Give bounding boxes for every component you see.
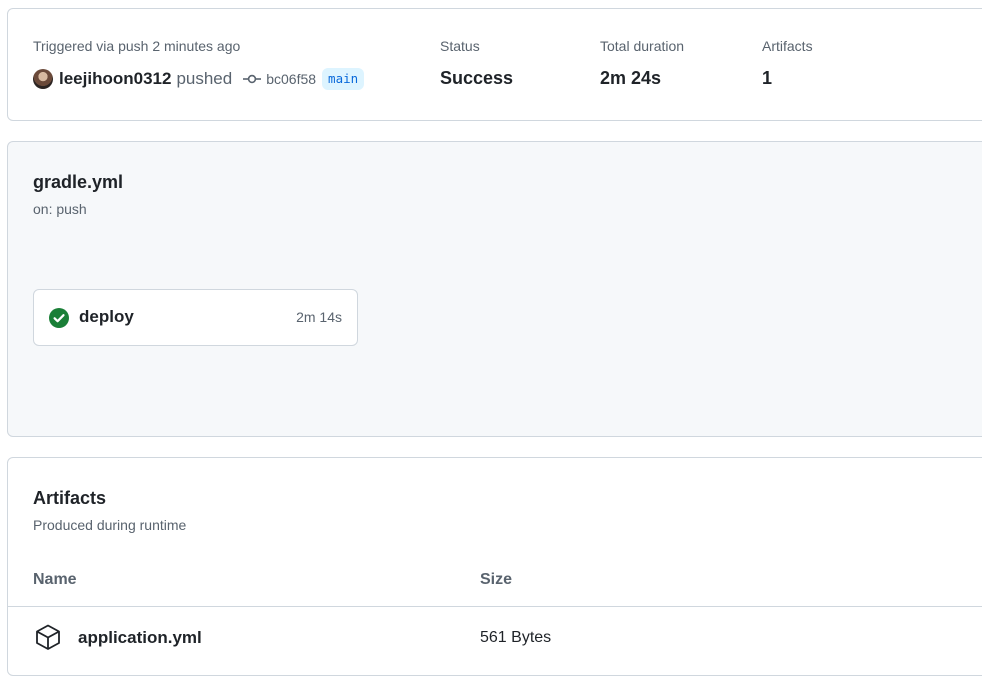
- status-label: Status: [440, 38, 480, 54]
- total-duration-label: Total duration: [600, 38, 685, 54]
- job-deploy[interactable]: deploy 2m 14s: [33, 289, 358, 346]
- job-name: deploy: [79, 307, 134, 326]
- artifacts-count-label: Artifacts: [762, 38, 813, 54]
- action-text: pushed: [176, 69, 233, 88]
- branch-badge[interactable]: main: [322, 68, 365, 90]
- status-value: Success: [440, 68, 514, 88]
- git-commit-icon: [243, 73, 262, 85]
- trigger-text: Triggered via push 2 minutes ago: [33, 38, 241, 54]
- artifacts-subtitle: Produced during runtime: [33, 517, 187, 533]
- workflow-file-name: gradle.yml: [33, 172, 124, 192]
- trigger-row: leejihoon0312 pushed bc06f58 main: [33, 68, 365, 90]
- actor-link[interactable]: leejihoon0312: [59, 69, 171, 89]
- artifacts-title: Artifacts: [33, 488, 107, 508]
- avatar[interactable]: [33, 69, 53, 89]
- workflow-trigger: on: push: [33, 201, 87, 217]
- commit-sha-link[interactable]: bc06f58: [266, 71, 316, 87]
- artifact-name-link[interactable]: application.yml: [78, 628, 202, 648]
- run-summary-card: Triggered via push 2 minutes ago leejiho…: [7, 8, 982, 121]
- artifacts-count-value[interactable]: 1: [762, 68, 772, 89]
- table-row: application.yml 561 Bytes: [8, 607, 982, 675]
- artifacts-card: Artifacts Produced during runtime Name S…: [7, 457, 982, 676]
- column-header-name: Name: [33, 571, 77, 588]
- job-duration: 2m 14s: [296, 309, 342, 325]
- artifact-size: 561 Bytes: [480, 629, 552, 646]
- package-icon: [36, 624, 60, 650]
- column-header-size: Size: [480, 571, 513, 588]
- check-circle-icon: [49, 308, 69, 328]
- workflow-graph-card: gradle.yml on: push deploy 2m 14s: [7, 141, 982, 437]
- total-duration-value: 2m 24s: [600, 68, 662, 88]
